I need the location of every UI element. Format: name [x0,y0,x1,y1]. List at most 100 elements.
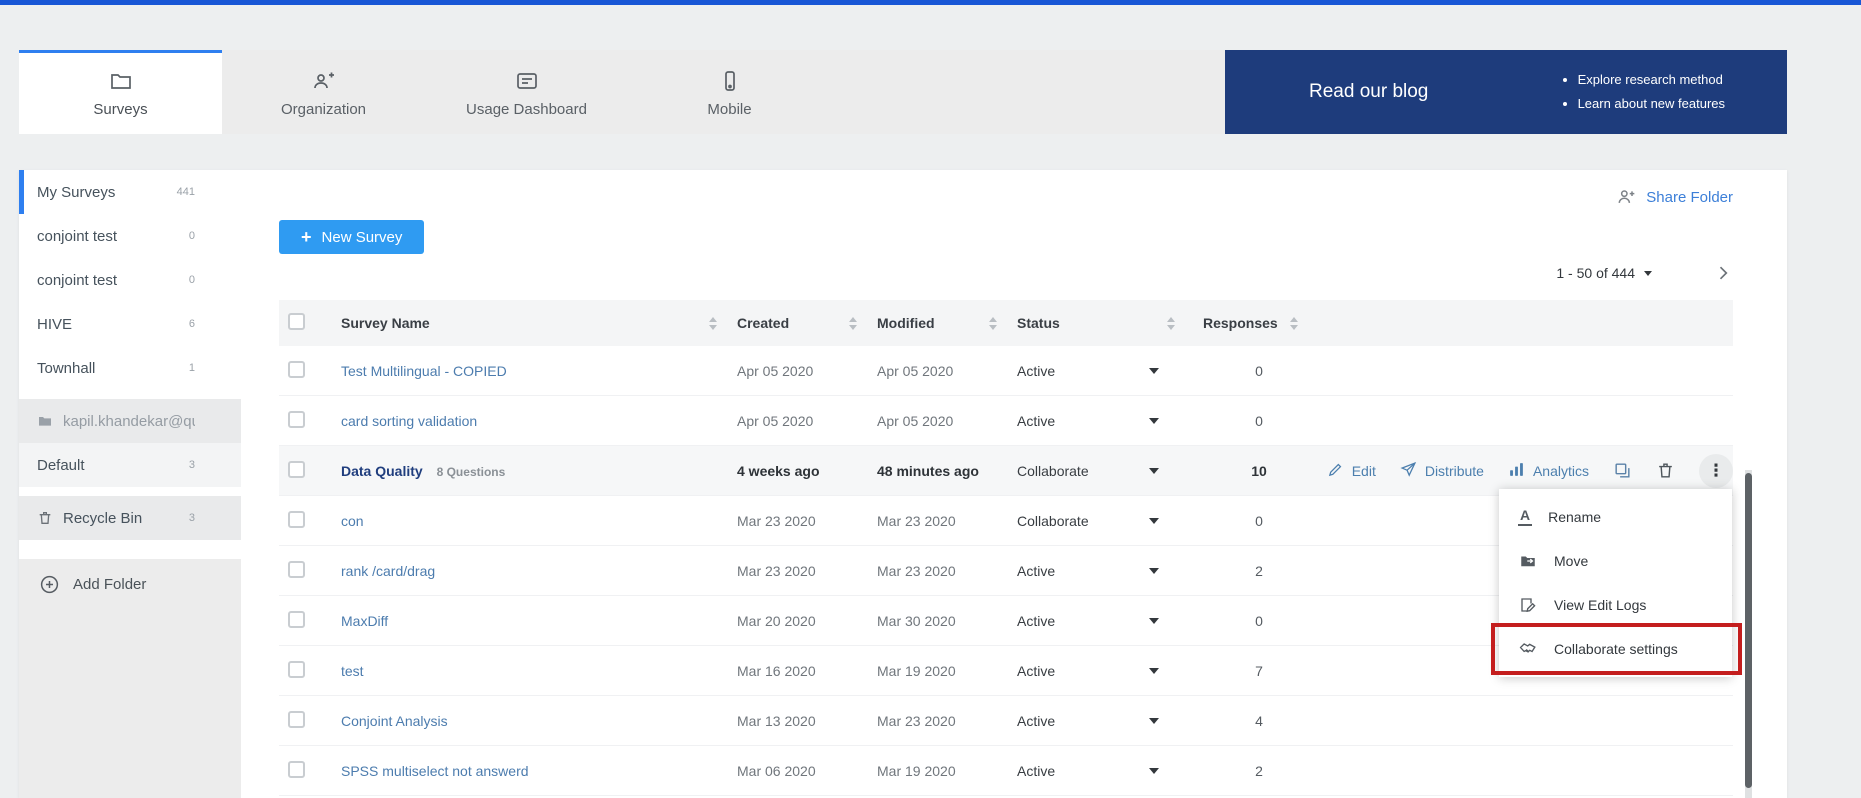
analytics-button[interactable]: Analytics [1508,461,1589,481]
tab-usage-dashboard[interactable]: Usage Dashboard [425,50,628,134]
add-folder-button[interactable]: Add Folder [39,574,228,595]
status-dropdown-caret[interactable] [1149,468,1159,474]
status-dropdown-caret[interactable] [1149,418,1159,424]
survey-name-link[interactable]: SPSS multiselect not answerd [341,763,529,779]
status-dropdown-caret[interactable] [1149,618,1159,624]
row-checkbox[interactable] [288,411,305,428]
column-header-status[interactable]: Status [1017,315,1203,331]
menu-item-view-edit-logs[interactable]: View Edit Logs [1499,583,1732,627]
modified-cell: Apr 05 2020 [877,413,1017,429]
people-icon [312,69,336,93]
status-dropdown-caret[interactable] [1149,718,1159,724]
row-checkbox[interactable] [288,761,305,778]
pagination-row: 1 - 50 of 444 [279,262,1733,284]
tab-mobile[interactable]: Mobile [628,50,831,134]
tab-surveys[interactable]: Surveys [19,50,222,134]
share-folder-button[interactable]: Share Folder [279,184,1733,210]
column-header-created[interactable]: Created [737,315,877,331]
modified-cell: Mar 19 2020 [877,763,1017,779]
row-checkbox[interactable] [288,711,305,728]
survey-name-link[interactable]: MaxDiff [341,613,388,629]
column-header-survey-name[interactable]: Survey Name [341,315,737,331]
sidebar-item-conjoint-test-1[interactable]: conjoint test 0 [19,214,241,258]
row-checkbox[interactable] [288,361,305,378]
status-dropdown-caret[interactable] [1149,568,1159,574]
sidebar-item-hive[interactable]: HIVE 6 [19,302,241,346]
column-header-responses[interactable]: Responses [1203,315,1315,331]
row-checkbox[interactable] [288,611,305,628]
modified-cell: Mar 23 2020 [877,513,1017,529]
row-checkbox[interactable] [288,461,305,478]
survey-name-link[interactable]: Conjoint Analysis [341,713,448,729]
scrollbar-thumb[interactable] [1745,473,1752,788]
share-folder-label: Share Folder [1646,189,1733,206]
rename-icon: A [1518,508,1532,525]
bar-chart-icon [1508,461,1525,481]
sidebar-item-townhall[interactable]: Townhall 1 [19,346,241,390]
menu-item-collaborate-settings[interactable]: Collaborate settings [1499,627,1732,671]
modified-cell: Mar 30 2020 [877,613,1017,629]
tab-label: Organization [281,101,366,118]
survey-name-link[interactable]: con [341,513,364,529]
created-cell: 4 weeks ago [737,463,877,479]
status-dropdown-caret[interactable] [1149,768,1159,774]
survey-name-link[interactable]: test [341,663,364,679]
survey-name-link[interactable]: rank /card/drag [341,563,435,579]
sidebar-item-recycle-bin[interactable]: Recycle Bin 3 [19,496,241,540]
sidebar-item-conjoint-test-2[interactable]: conjoint test 0 [19,258,241,302]
pagination-label[interactable]: 1 - 50 of 444 [1556,265,1635,281]
question-count-badge: 8 Questions [437,465,506,479]
banner-bullets: Explore research method Learn about new … [1562,68,1725,116]
sort-icon [1167,317,1175,330]
table-row: SPSS multiselect not answerd Mar 06 2020… [279,746,1733,796]
status-label: Active [1017,763,1055,779]
folder-icon [37,413,53,429]
blog-banner[interactable]: Read our blog Explore research method Le… [1225,50,1787,134]
dashboard-icon [515,69,539,93]
survey-name-link[interactable]: Test Multilingual - COPIED [341,363,507,379]
tab-organization[interactable]: Organization [222,50,425,134]
banner-bullet: Explore research method [1578,68,1725,92]
mobile-icon [718,69,742,93]
edit-button[interactable]: Edit [1327,461,1376,481]
column-header-modified[interactable]: Modified [877,315,1017,331]
folder-count: 0 [189,230,195,242]
row-actions: Edit Distribute Analytics [1315,454,1733,488]
copy-icon[interactable] [1613,461,1632,480]
modified-cell: Mar 23 2020 [877,563,1017,579]
sort-icon [849,317,857,330]
add-folder-label: Add Folder [73,576,146,593]
banner-title[interactable]: Read our blog [1309,81,1428,103]
survey-name-link[interactable]: card sorting validation [341,413,477,429]
distribute-button[interactable]: Distribute [1400,461,1484,481]
status-dropdown-caret[interactable] [1149,668,1159,674]
table-row: card sorting validation Apr 05 2020 Apr … [279,396,1733,446]
sidebar-item-default[interactable]: Default 3 [19,443,241,487]
folder-count: 1 [189,362,195,374]
kebab-menu-button[interactable]: ⋮ [1699,454,1733,488]
table-scrollbar[interactable] [1745,470,1752,798]
row-checkbox[interactable] [288,661,305,678]
created-cell: Mar 16 2020 [737,663,877,679]
chevron-down-icon[interactable] [1644,271,1652,276]
responses-cell: 10 [1203,463,1315,479]
folder-count: 441 [177,186,195,198]
sidebar-item-email-folder[interactable]: kapil.khandekar@que... [19,399,241,443]
new-survey-button[interactable]: + New Survey [279,220,424,254]
status-label: Active [1017,613,1055,629]
row-checkbox[interactable] [288,511,305,528]
menu-item-move[interactable]: Move [1499,539,1732,583]
menu-item-rename[interactable]: A Rename [1499,495,1732,539]
sidebar-item-my-surveys[interactable]: My Surveys 441 [19,170,241,214]
select-all-checkbox[interactable] [288,313,305,330]
trash-icon[interactable] [1656,461,1675,480]
status-label: Collaborate [1017,463,1089,479]
status-dropdown-caret[interactable] [1149,368,1159,374]
status-dropdown-caret[interactable] [1149,518,1159,524]
next-page-button[interactable] [1713,263,1733,283]
survey-name-link[interactable]: Data Quality [341,463,423,479]
status-label: Active [1017,663,1055,679]
row-checkbox[interactable] [288,561,305,578]
surveys-content: Share Folder + New Survey 1 - 50 of 444 … [241,170,1787,798]
created-cell: Mar 20 2020 [737,613,877,629]
